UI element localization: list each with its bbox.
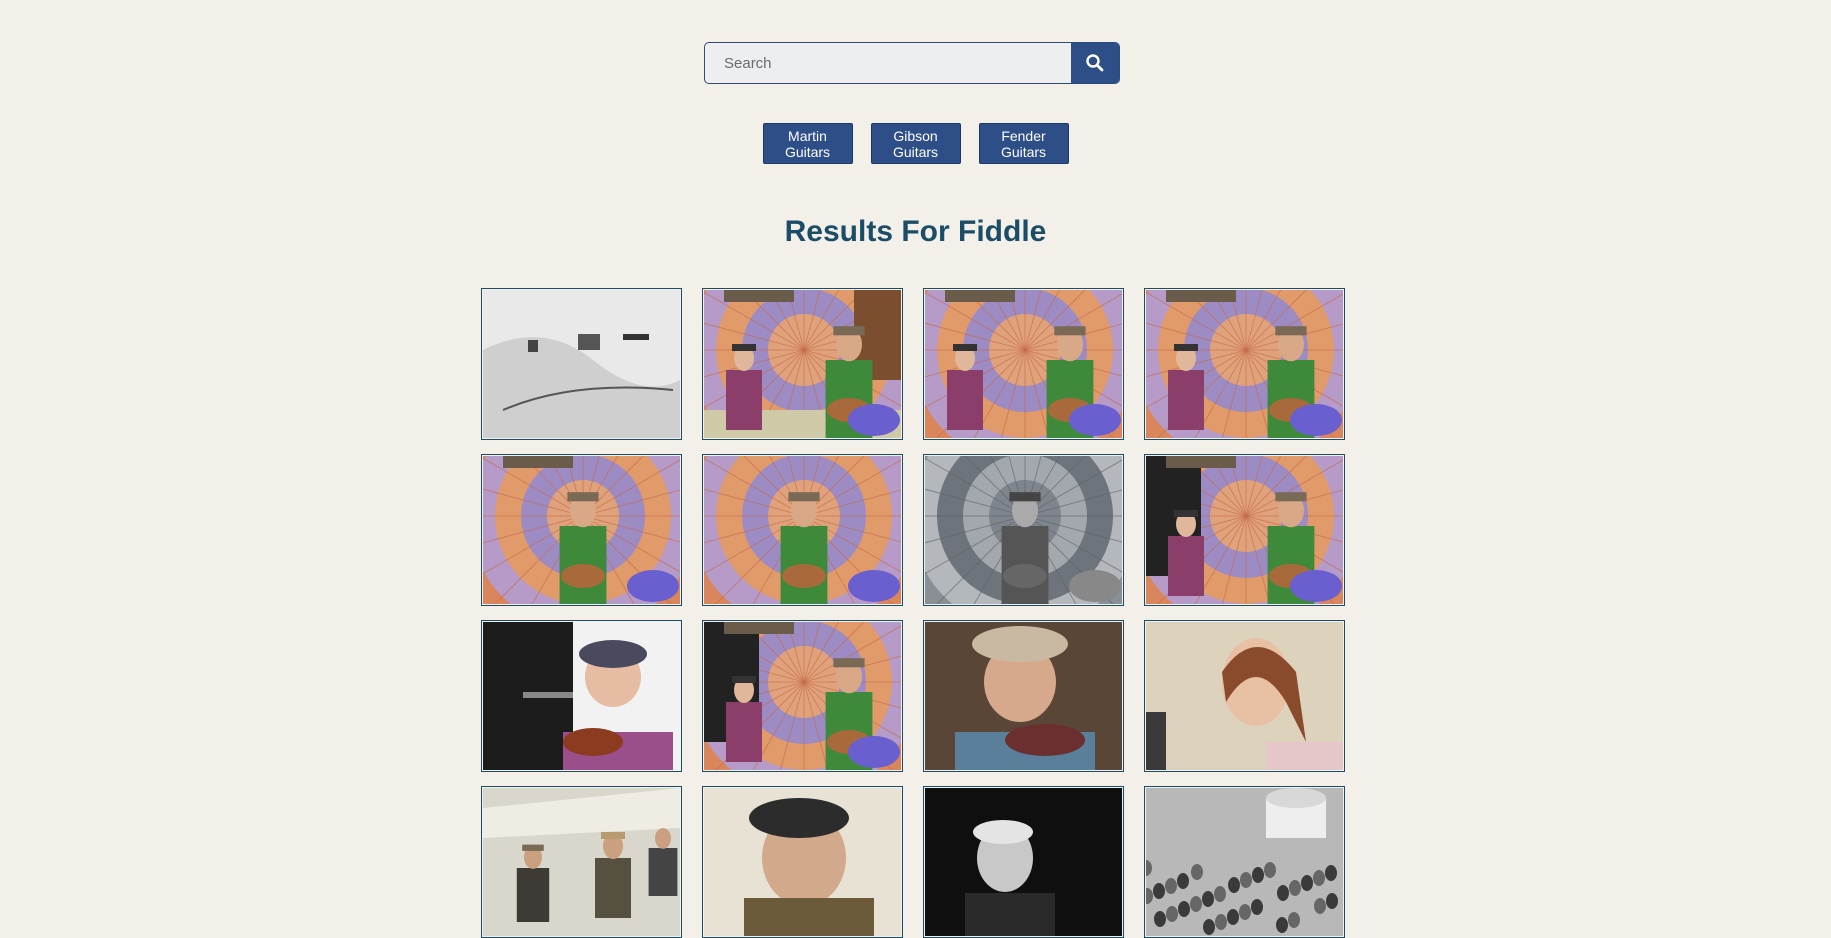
result-image <box>925 290 1122 438</box>
result-image <box>704 290 901 438</box>
martin-guitars-button[interactable]: Martin Guitars <box>762 123 853 164</box>
result-thumbnail[interactable] <box>1144 786 1345 938</box>
result-image <box>925 456 1122 604</box>
result-image <box>1146 290 1343 438</box>
result-image <box>483 290 680 438</box>
results-grid <box>481 288 1345 938</box>
result-thumbnail[interactable] <box>702 288 903 440</box>
result-thumbnail[interactable] <box>702 454 903 606</box>
search-bar <box>704 42 1120 84</box>
result-thumbnail[interactable] <box>923 786 1124 938</box>
result-image <box>1146 788 1343 936</box>
search-icon <box>1086 54 1104 72</box>
result-image <box>483 788 680 936</box>
result-thumbnail[interactable] <box>1144 454 1345 606</box>
search-button[interactable] <box>1071 43 1119 83</box>
result-thumbnail[interactable] <box>923 288 1124 440</box>
results-title: Results For Fiddle <box>784 215 1047 248</box>
brand-filter-row: Martin Guitars Gibson Guitars Fender Gui… <box>0 123 1831 164</box>
result-image <box>483 456 680 604</box>
result-image <box>704 622 901 770</box>
result-thumbnail[interactable] <box>923 620 1124 772</box>
result-thumbnail[interactable] <box>702 786 903 938</box>
result-image <box>925 788 1122 936</box>
result-image <box>1146 622 1343 770</box>
result-thumbnail[interactable] <box>481 454 682 606</box>
result-image <box>483 622 680 770</box>
result-thumbnail[interactable] <box>923 454 1124 606</box>
result-thumbnail[interactable] <box>481 288 682 440</box>
result-thumbnail[interactable] <box>702 620 903 772</box>
result-thumbnail[interactable] <box>481 786 682 938</box>
search-input[interactable] <box>708 46 1071 80</box>
fender-guitars-button[interactable]: Fender Guitars <box>978 123 1069 164</box>
result-thumbnail[interactable] <box>1144 620 1345 772</box>
result-image <box>704 456 901 604</box>
gibson-guitars-button[interactable]: Gibson Guitars <box>870 123 961 164</box>
result-image <box>1146 456 1343 604</box>
result-thumbnail[interactable] <box>481 620 682 772</box>
result-image <box>925 622 1122 770</box>
result-thumbnail[interactable] <box>1144 288 1345 440</box>
result-image <box>704 788 901 936</box>
